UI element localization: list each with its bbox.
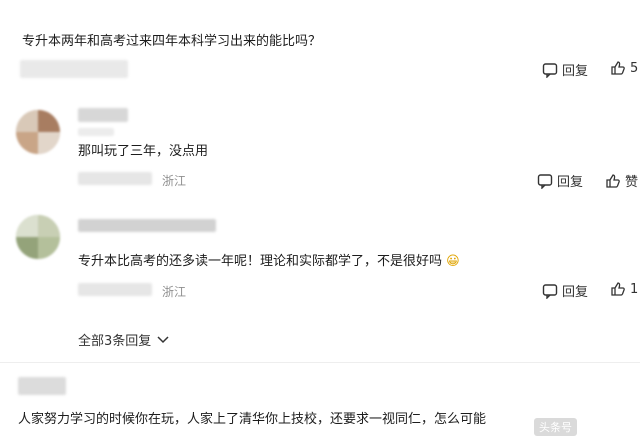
like-button[interactable]: 赞 <box>605 171 638 190</box>
blurred-time <box>78 283 152 296</box>
comment-icon <box>542 283 558 299</box>
expand-replies-label: 全部3条回复 <box>78 334 152 349</box>
chevron-down-icon <box>157 335 169 343</box>
blurred-username <box>78 219 216 232</box>
question-text: 专升本两年和高考过来四年本科学习出来的能比吗？ <box>22 34 322 49</box>
comment-icon <box>537 173 553 189</box>
comment-icon <box>542 62 558 78</box>
blurred-user-badge <box>78 128 114 136</box>
comment-text: 专升本比高考的还多读一年呢！理论和实际都学了，不是很好吗 😀 <box>78 250 460 269</box>
like-button[interactable]: 1 <box>610 281 638 297</box>
avatar[interactable] <box>16 215 60 259</box>
reply-label: 回复 <box>562 64 589 79</box>
comment-text: 那叫玩了三年，没点用 <box>78 144 209 159</box>
expand-replies-button[interactable]: 全部3条回复 <box>78 330 173 349</box>
comment-location: 浙江 <box>162 285 187 299</box>
comment-location: 浙江 <box>162 174 187 188</box>
like-count: 赞 <box>625 175 639 190</box>
smile-emoji-icon: 😀 <box>446 254 460 269</box>
like-button[interactable]: 5 <box>610 60 638 76</box>
reply-label: 回复 <box>557 175 584 190</box>
blurred-username <box>18 377 66 395</box>
reply-button[interactable]: 回复 <box>542 60 588 79</box>
avatar[interactable] <box>16 110 60 154</box>
blurred-username <box>78 108 128 122</box>
like-count: 1 <box>630 281 639 297</box>
thumbs-up-icon <box>611 61 625 75</box>
reply-button[interactable]: 回复 <box>537 171 583 190</box>
comment-body: 专升本比高考的还多读一年呢！理论和实际都学了，不是很好吗 <box>78 254 443 269</box>
thumbs-up-icon <box>606 173 620 188</box>
reply-button[interactable]: 回复 <box>542 281 588 300</box>
watermark: 头条号 <box>534 418 577 436</box>
like-count: 5 <box>630 60 639 76</box>
thumbs-up-icon <box>611 282 625 296</box>
comment-text: 人家努力学习的时候你在玩，人家上了清华你上技校，还要求一视同仁，怎么可能 <box>18 412 487 427</box>
blurred-time <box>78 172 152 185</box>
divider <box>0 362 640 363</box>
reply-label: 回复 <box>562 285 589 300</box>
blurred-username <box>20 60 128 78</box>
